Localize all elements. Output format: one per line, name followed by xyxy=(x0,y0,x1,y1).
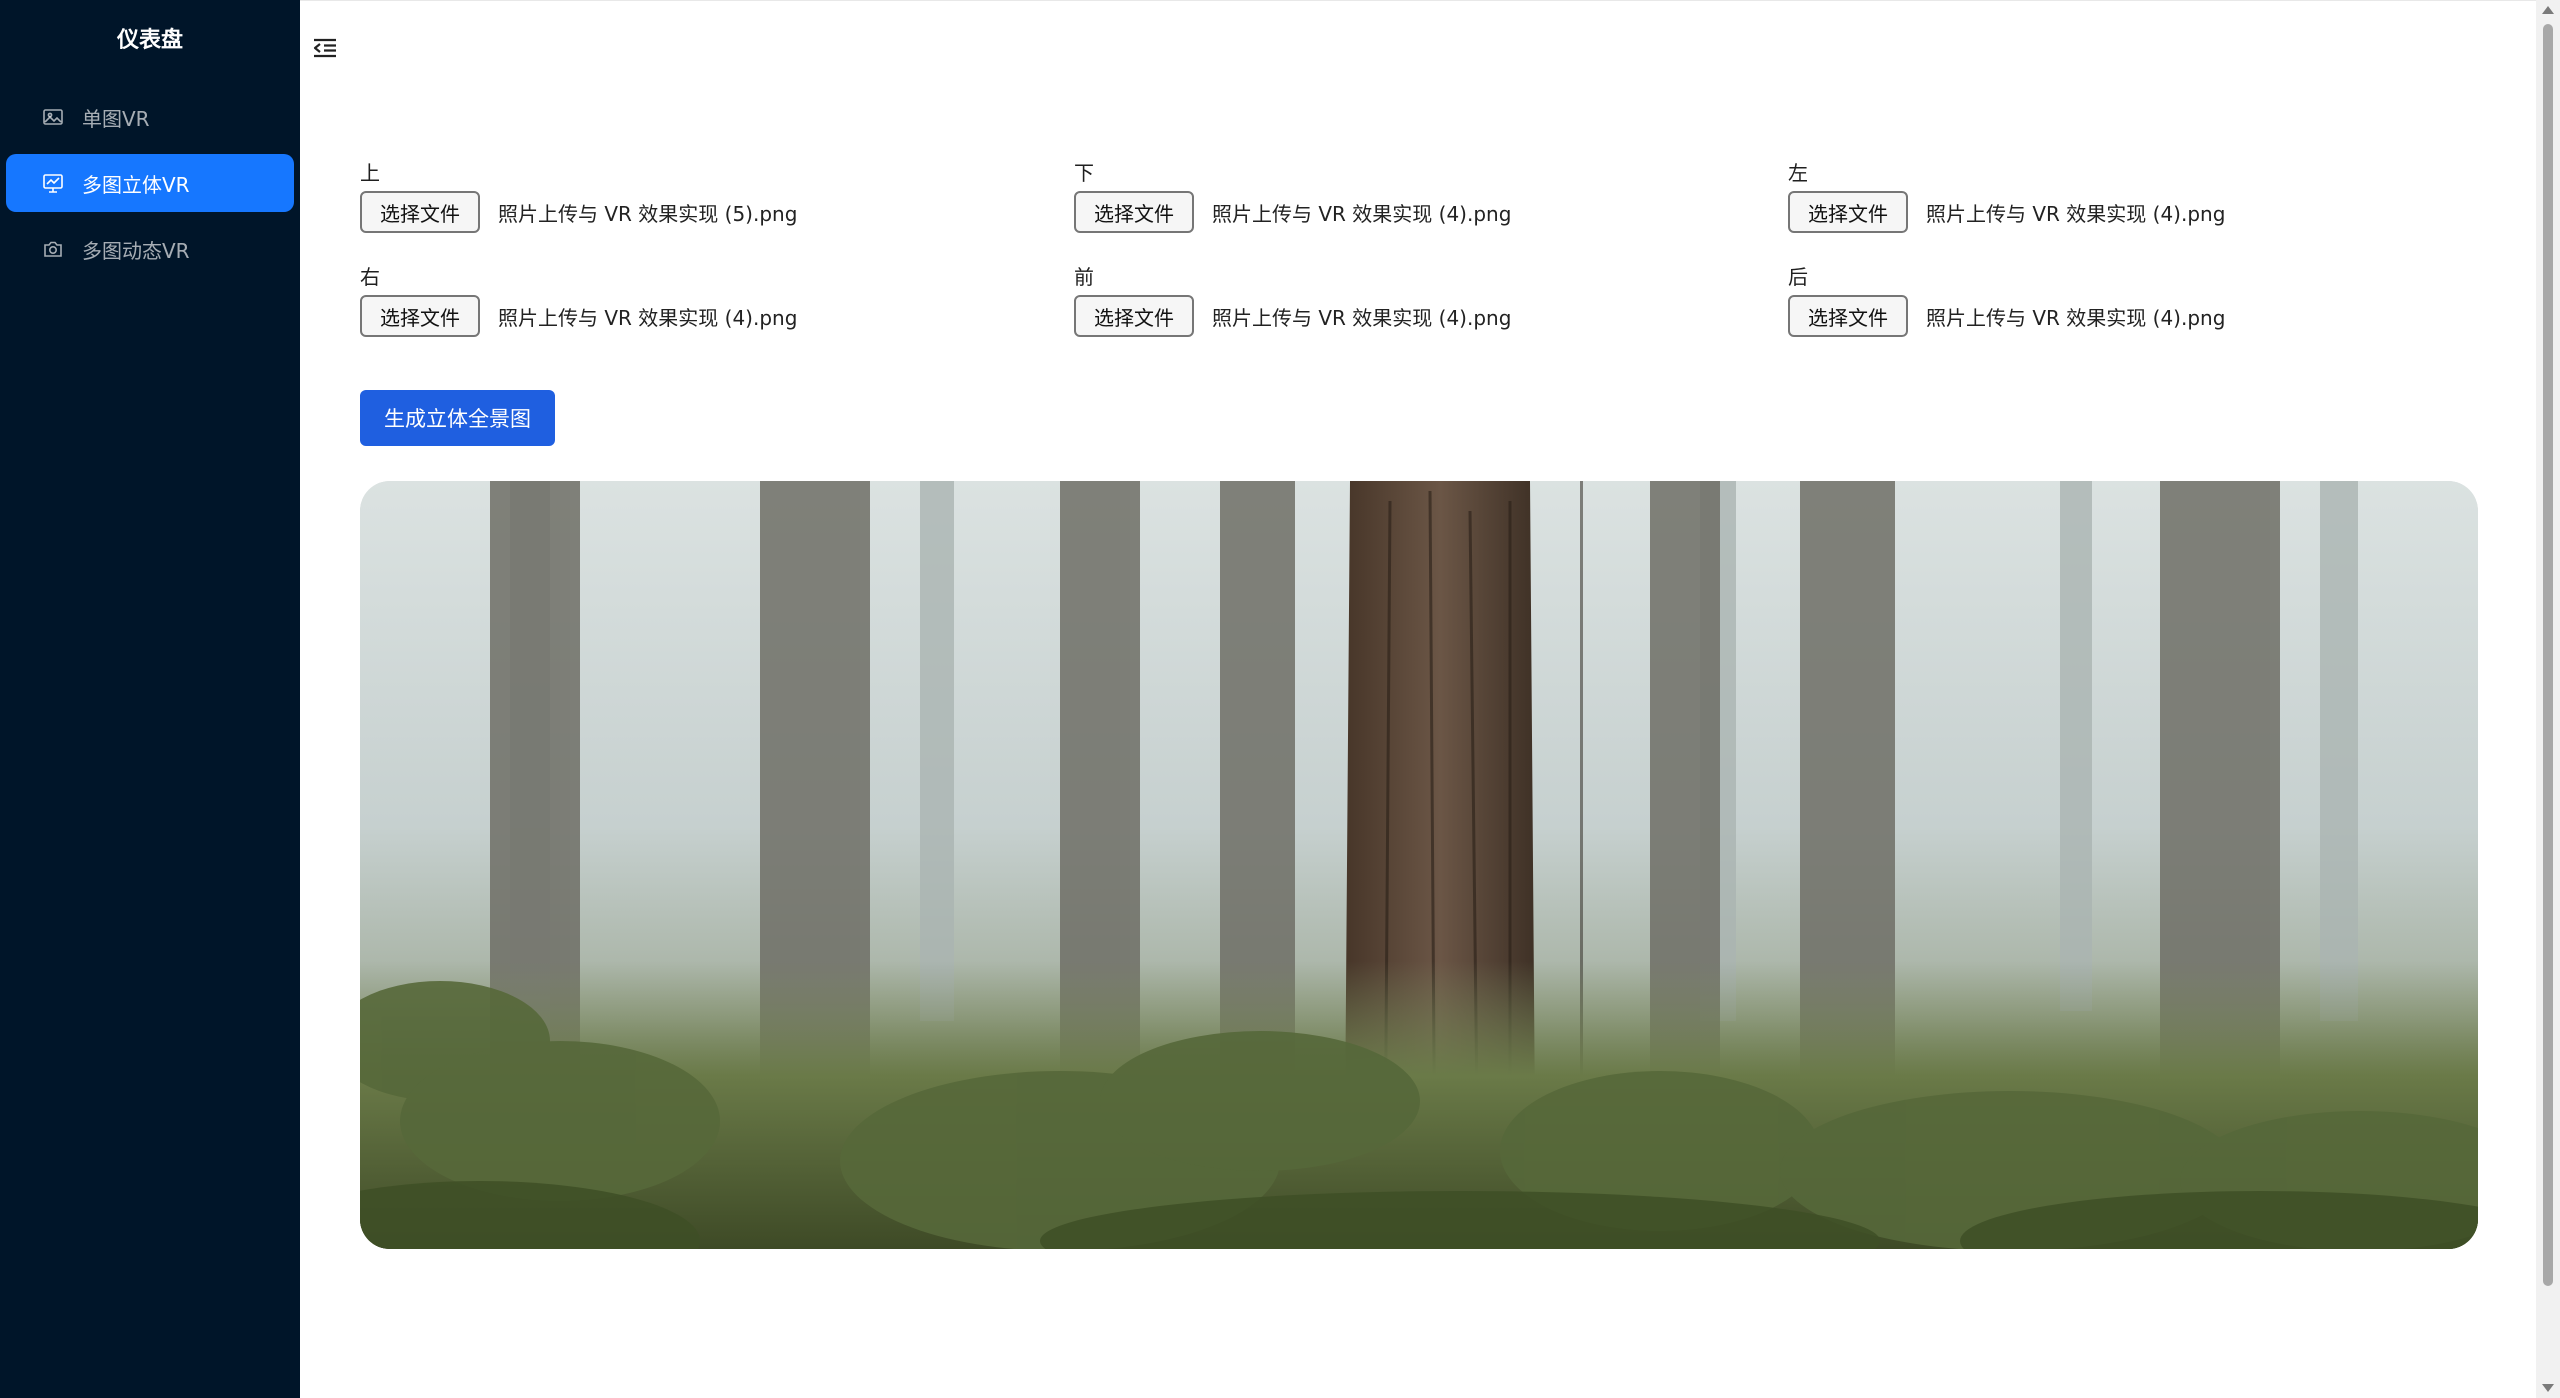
sidebar-item-label: 多图立体VR xyxy=(82,172,190,197)
slot-label: 右 xyxy=(360,265,380,289)
panorama-viewer[interactable] xyxy=(360,481,2478,1249)
menu-fold-icon xyxy=(313,38,336,58)
scroll-thumb[interactable] xyxy=(2543,24,2553,1286)
file-row: 选择文件 照片上传与 VR 效果实现 (4).png xyxy=(1074,191,1511,233)
upload-slot-front: 前 选择文件 照片上传与 VR 效果实现 (4).png xyxy=(1074,265,1511,337)
slot-label: 前 xyxy=(1074,265,1094,289)
vertical-scrollbar[interactable] xyxy=(2536,0,2560,1398)
choose-file-button[interactable]: 选择文件 xyxy=(1788,191,1908,233)
choose-file-button[interactable]: 选择文件 xyxy=(1074,295,1194,337)
slot-label: 左 xyxy=(1788,161,1808,185)
choose-file-button[interactable]: 选择文件 xyxy=(1074,191,1194,233)
generate-panorama-button[interactable]: 生成立体全景图 xyxy=(360,390,555,446)
slot-label: 上 xyxy=(360,161,380,185)
selected-file-name: 照片上传与 VR 效果实现 (4).png xyxy=(498,305,798,330)
scroll-down-icon[interactable] xyxy=(2542,1384,2554,1392)
sidebar-item-label: 单图VR xyxy=(82,106,150,131)
sidebar-item-multi-stereo-vr[interactable]: 多图立体VR xyxy=(6,154,294,212)
upload-slot-bottom: 下 选择文件 照片上传与 VR 效果实现 (4).png xyxy=(1074,161,1511,233)
selected-file-name: 照片上传与 VR 效果实现 (4).png xyxy=(1926,305,2226,330)
upload-slot-back: 后 选择文件 照片上传与 VR 效果实现 (4).png xyxy=(1788,265,2225,337)
selected-file-name: 照片上传与 VR 效果实现 (5).png xyxy=(498,201,798,226)
selected-file-name: 照片上传与 VR 效果实现 (4).png xyxy=(1212,201,1512,226)
forest-panorama-image xyxy=(360,481,2478,1249)
choose-file-button[interactable]: 选择文件 xyxy=(360,191,480,233)
selected-file-name: 照片上传与 VR 效果实现 (4).png xyxy=(1212,305,1512,330)
selected-file-name: 照片上传与 VR 效果实现 (4).png xyxy=(1926,201,2226,226)
picture-icon xyxy=(42,106,64,128)
file-row: 选择文件 照片上传与 VR 效果实现 (4).png xyxy=(1788,191,2225,233)
file-row: 选择文件 照片上传与 VR 效果实现 (4).png xyxy=(360,295,797,337)
upload-slot-right: 右 选择文件 照片上传与 VR 效果实现 (4).png xyxy=(360,265,797,337)
fund-projection-icon xyxy=(42,172,64,194)
scroll-up-icon[interactable] xyxy=(2542,6,2554,14)
file-row: 选择文件 照片上传与 VR 效果实现 (5).png xyxy=(360,191,797,233)
choose-file-button[interactable]: 选择文件 xyxy=(360,295,480,337)
slot-label: 后 xyxy=(1788,265,1808,289)
main-content: 上 选择文件 照片上传与 VR 效果实现 (5).png 下 选择文件 照片上传… xyxy=(300,0,2536,1398)
app-root: 仪表盘 单图VR 多图立体VR 多图动态VR 上 选择文件 照片上传与 VR 效… xyxy=(0,0,2560,1398)
upload-slot-top: 上 选择文件 照片上传与 VR 效果实现 (5).png xyxy=(360,161,797,233)
slot-label: 下 xyxy=(1074,161,1094,185)
file-row: 选择文件 照片上传与 VR 效果实现 (4).png xyxy=(1074,295,1511,337)
file-row: 选择文件 照片上传与 VR 效果实现 (4).png xyxy=(1788,295,2225,337)
sidebar: 仪表盘 单图VR 多图立体VR 多图动态VR xyxy=(0,0,300,1398)
menu-fold-button[interactable] xyxy=(308,31,342,65)
sidebar-item-multi-dynamic-vr[interactable]: 多图动态VR xyxy=(6,220,294,278)
camera-icon xyxy=(42,238,64,260)
sidebar-item-single-vr[interactable]: 单图VR xyxy=(6,88,294,146)
upload-slot-left: 左 选择文件 照片上传与 VR 效果实现 (4).png xyxy=(1788,161,2225,233)
sidebar-item-label: 多图动态VR xyxy=(82,238,190,263)
sidebar-brand: 仪表盘 xyxy=(116,28,183,53)
choose-file-button[interactable]: 选择文件 xyxy=(1788,295,1908,337)
